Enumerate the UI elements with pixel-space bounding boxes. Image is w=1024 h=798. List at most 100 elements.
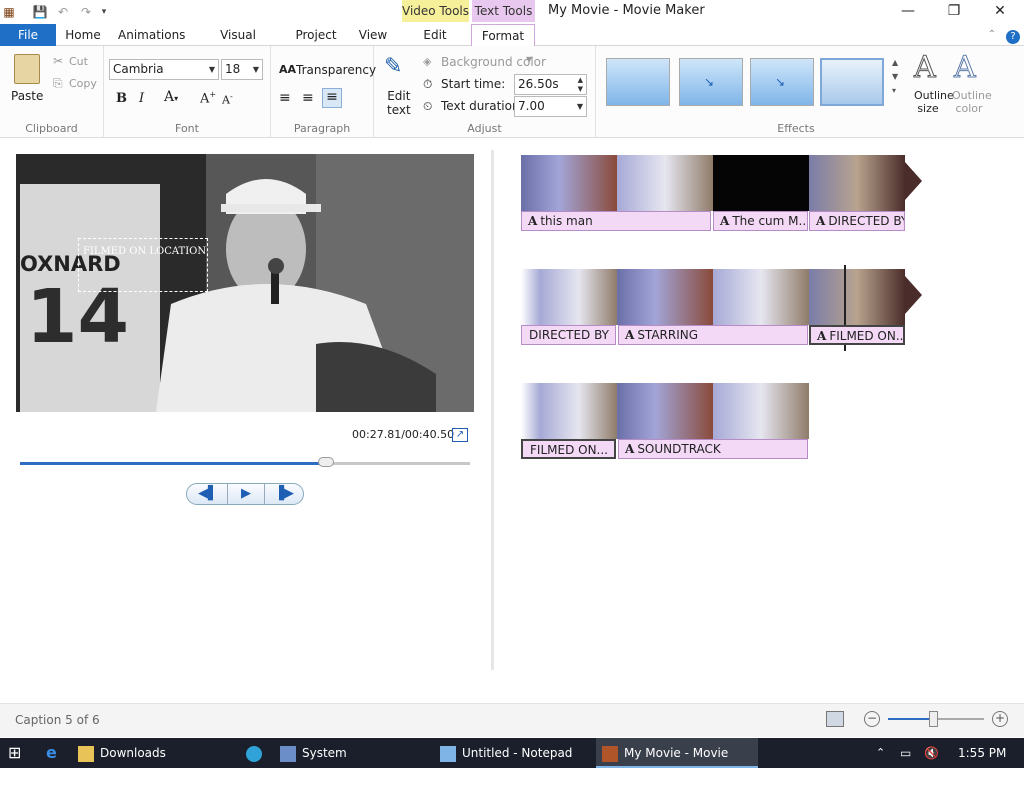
save-icon[interactable]: 💾 <box>32 4 48 20</box>
video-clip[interactable] <box>617 383 713 439</box>
caption-clip[interactable]: A DIRECTED BY <box>809 211 905 231</box>
caption-clip[interactable]: A STARRING <box>618 325 808 345</box>
outline-color-button[interactable]: Outline color <box>952 89 992 115</box>
copy-button[interactable]: Copy <box>69 77 97 90</box>
close-button[interactable]: ✕ <box>977 0 1023 22</box>
arrow-icon: ↘ <box>704 75 715 89</box>
caption-selection-box[interactable]: FILMED ON LOCATION <box>78 238 208 292</box>
tab-edit[interactable]: Edit <box>408 24 462 46</box>
video-clip[interactable] <box>521 155 617 211</box>
edit-text-icon[interactable]: ✎ <box>384 54 402 79</box>
start-button[interactable]: ⊞ <box>8 738 30 768</box>
tab-format[interactable]: Format <box>471 24 535 47</box>
tab-animations[interactable]: Animations <box>118 24 185 46</box>
outline-size-icon[interactable]: A <box>914 50 937 86</box>
tab-visual-effects[interactable]: Visual Effects <box>198 24 278 64</box>
cut-button[interactable]: Cut <box>69 55 88 68</box>
caption-overlay-text[interactable]: FILMED ON LOCATION <box>83 246 206 257</box>
grow-font-button[interactable]: A+ <box>200 90 216 106</box>
customize-qat-icon[interactable]: ▾ <box>96 4 112 20</box>
video-clip[interactable] <box>617 155 713 211</box>
undo-icon[interactable]: ↶ <box>55 4 71 20</box>
start-time-spinner[interactable]: 26.50s ▲ ▼ <box>514 74 587 95</box>
app-icon[interactable]: ▦ <box>1 4 17 20</box>
transparency-button[interactable]: Transparency <box>296 63 376 77</box>
fullscreen-icon[interactable]: ↗ <box>452 428 468 442</box>
paste-icon[interactable] <box>14 54 40 84</box>
volume-icon[interactable]: 🔇 <box>924 738 940 768</box>
shrink-font-button[interactable]: A- <box>222 92 233 107</box>
taskbar-system[interactable]: System <box>280 738 430 768</box>
taskbar-label: System <box>302 746 347 760</box>
redo-icon[interactable]: ↷ <box>78 4 94 20</box>
zoom-slider-thumb[interactable] <box>929 711 938 727</box>
align-center-icon[interactable]: ≡ <box>302 90 314 106</box>
zoom-in-icon[interactable]: + <box>992 711 1008 727</box>
font-size-select[interactable]: 18 ▼ <box>221 59 263 80</box>
video-preview[interactable]: OXNARD 14 FILMED ON LOCATION <box>16 154 474 412</box>
window-title: My Movie - Movie Maker <box>548 3 705 18</box>
caption-clip[interactable]: FILMED ON... <box>521 439 616 459</box>
taskbar-downloads[interactable]: Downloads <box>78 738 240 768</box>
edit-text-button[interactable]: Edit text <box>387 89 411 117</box>
video-clip[interactable] <box>713 269 809 325</box>
taskbar-moviemaker[interactable]: My Movie - Movie Ma... <box>596 738 758 790</box>
seek-bar[interactable] <box>20 457 470 467</box>
copy-icon[interactable]: ⎘ <box>53 76 63 91</box>
video-clip[interactable] <box>809 269 905 325</box>
edge-icon[interactable] <box>246 738 266 768</box>
seek-thumb[interactable] <box>318 457 334 467</box>
outline-size-button[interactable]: Outline size <box>914 89 954 115</box>
font-color-button[interactable]: A▾ <box>164 89 178 105</box>
clock[interactable]: 1:55 PM <box>958 738 1008 768</box>
help-icon[interactable]: ? <box>1004 24 1022 46</box>
maximize-button[interactable]: ❐ <box>931 0 977 22</box>
spinner-icon[interactable]: ▲ ▼ <box>578 76 583 94</box>
font-family-select[interactable]: Cambria ▼ <box>109 59 219 80</box>
text-duration-select[interactable]: 7.00 ▼ <box>514 96 587 117</box>
caption-clip[interactable]: DIRECTED BY <box>521 325 616 345</box>
effects-scroll-icon[interactable]: ▲ ▼ ▾ <box>892 56 898 98</box>
play-button[interactable]: ▶ <box>227 484 265 504</box>
duration-icon: ⏲ <box>423 99 433 113</box>
effect-thumbnail-selected[interactable] <box>820 58 884 106</box>
next-frame-button[interactable]: ▐▶ <box>265 484 303 504</box>
zoom-slider[interactable] <box>888 711 984 727</box>
outline-color-icon[interactable]: A <box>954 50 977 86</box>
tab-project[interactable]: Project <box>292 24 340 46</box>
cut-icon[interactable]: ✂ <box>53 54 63 68</box>
network-icon[interactable]: ▭ <box>900 738 916 768</box>
caption-clip[interactable]: A The cum M... <box>713 211 808 231</box>
pane-splitter[interactable] <box>491 150 494 670</box>
font-group-label: Font <box>175 122 199 135</box>
tab-home[interactable]: Home <box>60 24 106 46</box>
effect-thumbnail[interactable] <box>606 58 670 106</box>
italic-button[interactable]: I <box>139 91 144 106</box>
video-clip[interactable] <box>713 383 809 439</box>
paste-button[interactable]: Paste <box>11 89 43 103</box>
tray-expand-icon[interactable]: ⌃ <box>876 738 890 768</box>
effect-thumbnail[interactable]: ↘ <box>679 58 743 106</box>
video-clip[interactable] <box>617 269 713 325</box>
tab-view[interactable]: View <box>354 24 392 46</box>
tab-file[interactable]: File <box>0 24 56 46</box>
caption-clip[interactable]: A SOUNDTRACK <box>618 439 808 459</box>
video-clip[interactable] <box>521 383 617 439</box>
bold-button[interactable]: B <box>116 91 127 106</box>
video-clip[interactable] <box>713 155 809 211</box>
previous-frame-button[interactable]: ◀▌ <box>189 484 227 504</box>
storyboard-view-icon[interactable] <box>826 711 844 727</box>
align-left-icon[interactable]: ≡ <box>279 90 291 106</box>
minimize-button[interactable]: — <box>885 0 931 22</box>
video-clip[interactable] <box>521 269 617 325</box>
zoom-out-icon[interactable]: − <box>864 711 880 727</box>
taskbar-notepad[interactable]: Untitled - Notepad <box>440 738 590 768</box>
caption-clip-selected[interactable]: A FILMED ON... <box>809 325 905 345</box>
video-clip[interactable] <box>809 155 905 211</box>
taskbar-label: Untitled - Notepad <box>462 746 573 760</box>
edge-legacy-icon[interactable]: e <box>46 738 66 768</box>
effect-thumbnail[interactable]: ↘ <box>750 58 814 106</box>
collapse-ribbon-icon[interactable]: ⌃ <box>984 24 1000 46</box>
align-right-icon[interactable]: ≡ <box>322 88 342 108</box>
caption-clip[interactable]: Athis man <box>521 211 711 231</box>
